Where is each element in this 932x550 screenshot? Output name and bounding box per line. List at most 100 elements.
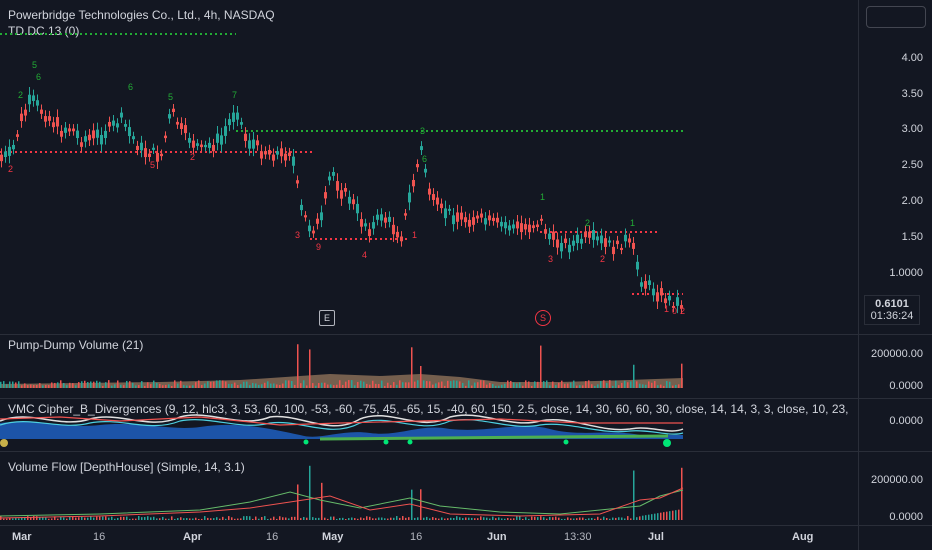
volume-flow-bar xyxy=(327,518,329,520)
volume-flow-bar xyxy=(246,516,248,520)
td-count-label: 2 xyxy=(600,254,605,264)
volume-flow-bar xyxy=(660,512,662,520)
pump-dump-bar xyxy=(93,381,95,388)
volume-flow-chart[interactable] xyxy=(0,452,858,525)
pump-dump-chart[interactable] xyxy=(0,336,858,396)
volume-flow-bar xyxy=(606,518,608,520)
candle-body xyxy=(184,125,187,134)
pump-dump-bar xyxy=(306,385,308,388)
volume-flow-bar xyxy=(237,518,239,520)
candle-body xyxy=(148,153,151,157)
volume-flow-bar xyxy=(513,518,515,520)
pump-dump-bar xyxy=(642,384,644,388)
pump-dump-bar xyxy=(186,385,188,388)
pump-dump-bar xyxy=(426,381,428,388)
pump-dump-bar xyxy=(549,385,551,388)
candle-body xyxy=(664,298,667,304)
volume-flow-bar xyxy=(33,516,35,520)
volume-flow-bar xyxy=(591,517,593,520)
pump-dump-bar xyxy=(291,381,293,388)
candle-body xyxy=(124,124,127,127)
volume-flow-bar xyxy=(603,516,605,520)
candle-body xyxy=(396,231,399,238)
volume-flow-bar xyxy=(84,517,86,520)
pump-dump-bar xyxy=(21,385,23,388)
volume-flow-bar xyxy=(201,518,203,520)
volume-flow-bar xyxy=(297,484,299,520)
pump-dump-axis[interactable]: 200000.00 0.0000 xyxy=(858,335,932,398)
volume-flow-bar xyxy=(195,517,197,520)
candle-body xyxy=(68,128,71,132)
pump-dump-bar xyxy=(207,381,209,388)
candle-body xyxy=(200,144,203,148)
pump-dump-bar xyxy=(123,385,125,388)
pump-dump-bar xyxy=(24,383,26,388)
volume-flow-bar xyxy=(396,516,398,520)
candle-body xyxy=(264,151,267,155)
candle-body xyxy=(496,217,499,223)
volume-flow-bar xyxy=(138,516,140,520)
price-chart[interactable]: 56265 73612 134913 21 0 22 52 xyxy=(0,0,858,334)
volume-flow-bar xyxy=(465,517,467,520)
candle-body xyxy=(368,229,371,237)
volume-flow-bar xyxy=(552,517,554,520)
volume-flow-bar xyxy=(369,516,371,520)
earnings-marker[interactable]: E xyxy=(319,310,335,326)
pump-dump-bar xyxy=(246,381,248,388)
pump-dump-bar xyxy=(168,384,170,388)
pump-dump-bar xyxy=(459,381,461,388)
volume-flow-bar xyxy=(75,517,77,520)
pump-dump-bar xyxy=(231,383,233,388)
pump-dump-bar xyxy=(399,380,401,388)
volume-flow-bar xyxy=(624,518,626,520)
td-count-label: 3 xyxy=(295,230,300,240)
candle-body xyxy=(632,242,635,249)
time-tick: Jul xyxy=(648,531,664,543)
volume-flow-bar xyxy=(375,518,377,520)
candle-body xyxy=(220,135,223,145)
volume-flow-bar xyxy=(645,515,647,520)
pump-dump-bar xyxy=(174,380,176,388)
candle-body xyxy=(388,216,391,222)
pump-dump-bar xyxy=(432,384,434,388)
wavetrend-dot xyxy=(383,439,389,445)
price-axis[interactable]: 4.00 3.50 3.00 2.50 2.00 1.50 1.0000 xyxy=(858,0,932,334)
volume-flow-bar xyxy=(573,518,575,520)
volume-flow-bar xyxy=(315,517,317,520)
volume-flow-bar xyxy=(66,518,68,520)
pump-dump-bar xyxy=(555,385,557,388)
volume-flow-axis[interactable]: 200000.00 0.0000 xyxy=(858,452,932,525)
candle-body xyxy=(472,217,475,225)
candle-body xyxy=(48,116,51,121)
candle-body xyxy=(460,212,463,220)
volume-flow-bar xyxy=(414,517,416,520)
price-tick: 3.00 xyxy=(901,123,923,135)
volume-flow-bar xyxy=(276,518,278,520)
volume-flow-bar xyxy=(516,516,518,520)
wavetrend-title[interactable]: VMC Cipher_B_Divergences (9, 12, hlc3, 3… xyxy=(8,402,849,416)
pane-separator[interactable] xyxy=(0,334,932,335)
volume-flow-bar xyxy=(213,518,215,520)
pump-dump-bar xyxy=(624,380,626,388)
volume-flow-bar xyxy=(567,517,569,520)
candle-body xyxy=(480,213,483,218)
pump-dump-bar xyxy=(414,381,416,388)
wavetrend-axis[interactable]: 0.0000 xyxy=(858,399,932,451)
pump-dump-bar xyxy=(183,385,185,388)
price-tick: 4.00 xyxy=(901,52,923,64)
pump-dump-bar xyxy=(192,385,194,388)
pump-dump-bar xyxy=(216,380,218,388)
candle-body xyxy=(336,181,339,191)
time-axis[interactable]: Mar 16 Apr 16 May 16 Jun 13:30 Jul Aug xyxy=(0,526,858,550)
td-count-label: 2 xyxy=(585,218,590,228)
pump-dump-bar xyxy=(84,380,86,388)
candle-body xyxy=(192,140,195,148)
wavetrend-dot xyxy=(563,439,569,445)
pump-dump-bar xyxy=(489,382,491,388)
pump-dump-bar xyxy=(96,380,98,388)
pump-dump-bar xyxy=(567,383,569,388)
volume-flow-bar xyxy=(285,517,287,520)
split-marker[interactable]: S xyxy=(535,310,551,326)
volume-flow-bar xyxy=(669,511,671,520)
volume-flow-bar xyxy=(537,517,539,520)
